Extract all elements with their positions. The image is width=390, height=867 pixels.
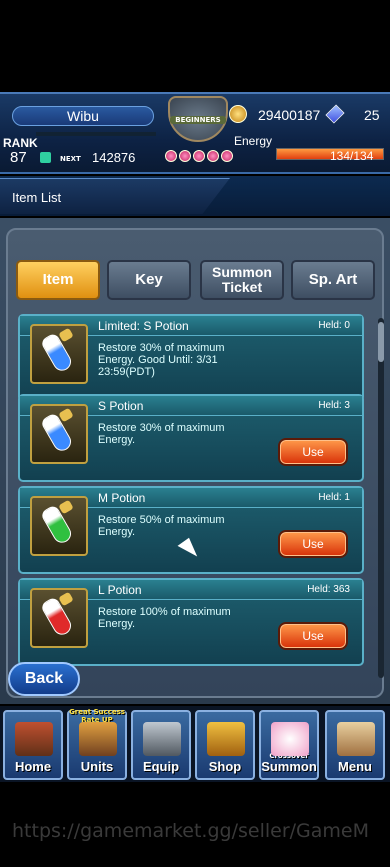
next-exp-value: 142876 — [92, 150, 136, 165]
sword-icon — [143, 722, 181, 756]
item-name: M Potion — [98, 491, 146, 505]
item-description: Restore 50% of maximum Energy. — [98, 514, 278, 538]
energy-value: 134/134 — [330, 149, 374, 163]
desc-line: Restore 100% of maximum — [98, 606, 231, 618]
coin-icon — [229, 105, 247, 123]
cork-shape — [58, 499, 74, 515]
status-area — [0, 0, 390, 92]
potion-icon — [30, 324, 88, 384]
nav-label: Summon — [261, 759, 317, 774]
house-icon — [15, 722, 53, 756]
beginners-emblem[interactable]: BEGINNERS — [160, 94, 236, 174]
item-name: Limited: S Potion — [98, 319, 189, 333]
item-list[interactable]: Limited: S Potion Held: 0 Restore 30% of… — [18, 312, 368, 680]
nav-equip[interactable]: Equip — [131, 710, 191, 780]
gem-icon — [221, 150, 233, 162]
item-description: Restore 30% of maximum Energy. Good Unti… — [98, 342, 278, 378]
tab-item[interactable]: Item — [16, 260, 100, 300]
gem-icon — [193, 150, 205, 162]
treasure-chest-icon — [207, 722, 245, 756]
watermark: https://gamemarket.gg/seller/GameM — [12, 820, 370, 842]
desc-line: Energy. — [98, 526, 136, 538]
scroll-thumb[interactable] — [378, 322, 384, 362]
desc-line: Restore 30% of maximum — [98, 422, 225, 434]
money-value: 29400187 — [258, 107, 321, 123]
desc-line: 23:59(PDT) — [98, 366, 155, 378]
desc-line: Restore 50% of maximum — [98, 514, 225, 526]
gem-icon — [165, 150, 177, 162]
potion-icon — [30, 404, 88, 464]
list-item: L Potion Held: 363 Restore 100% of maxim… — [18, 578, 364, 666]
energy-label: Energy — [234, 134, 273, 148]
list-item: Limited: S Potion Held: 0 Restore 30% of… — [18, 314, 364, 402]
nav-label: Menu — [338, 759, 372, 774]
desc-line: Energy. — [98, 618, 136, 630]
nav-label: Units — [80, 759, 114, 774]
tab-label-line1: Summon — [212, 264, 272, 280]
cork-shape — [58, 591, 74, 607]
book-icon — [337, 722, 375, 756]
desc-line: Energy. — [98, 434, 136, 446]
bottom-nav: Home Great Success Rate UP Units Equip S… — [0, 706, 390, 782]
item-name: S Potion — [98, 399, 144, 413]
tab-label: Sp. Art — [308, 271, 358, 288]
tab-label-line2: Ticket — [221, 279, 263, 295]
nav-shop[interactable]: Shop — [195, 710, 255, 780]
rank-value: 87 — [10, 149, 27, 166]
item-held-count: Held: 3 — [318, 400, 350, 411]
item-held-count: Held: 1 — [318, 492, 350, 503]
tab-key[interactable]: Key — [107, 260, 191, 300]
exp-icon — [40, 152, 51, 163]
use-button[interactable]: Use — [278, 438, 348, 466]
page-title: Item List — [12, 190, 62, 205]
gem-icon — [179, 150, 191, 162]
player-name[interactable]: Wibu — [12, 106, 154, 126]
list-scrollbar[interactable] — [378, 318, 384, 678]
tab-label: Key — [135, 271, 163, 288]
desc-line: Energy. Good Until: 3/31 — [98, 354, 218, 366]
nav-summon[interactable]: Crossover Summon — [259, 710, 319, 780]
cork-shape — [58, 327, 74, 343]
crystal-icon — [325, 104, 345, 124]
back-button[interactable]: Back — [8, 662, 80, 696]
nav-menu[interactable]: Menu — [325, 710, 385, 780]
potion-icon — [30, 496, 88, 556]
nav-home[interactable]: Home — [3, 710, 63, 780]
summon-creature-icon — [271, 722, 309, 756]
item-description: Restore 100% of maximum Energy. — [98, 606, 278, 630]
item-description: Restore 30% of maximum Energy. — [98, 422, 278, 446]
item-category-tabs: Item Key Summon Ticket Sp. Art — [6, 254, 384, 304]
nav-label: Equip — [142, 759, 180, 774]
exp-bar — [36, 132, 156, 136]
gem-icon — [207, 150, 219, 162]
gem-row — [164, 150, 234, 164]
hero-icon — [79, 722, 117, 756]
tab-label: Item — [42, 271, 74, 288]
rank-label: RANK — [3, 136, 38, 150]
crystal-value: 25 — [364, 107, 380, 123]
potion-icon — [30, 588, 88, 648]
tab-summon-ticket[interactable]: Summon Ticket — [200, 260, 284, 300]
nav-label: Shop — [208, 759, 242, 774]
tab-sp-art[interactable]: Sp. Art — [291, 260, 375, 300]
use-button[interactable]: Use — [278, 530, 348, 558]
emblem-label: BEGINNERS — [170, 116, 226, 124]
nav-label: Home — [14, 759, 52, 774]
next-label: NEXT — [60, 155, 81, 163]
item-held-count: Held: 363 — [307, 584, 350, 595]
cork-shape — [58, 407, 74, 423]
player-header: Wibu RANK 87 NEXT 142876 BEGINNERS 29400… — [0, 92, 390, 174]
item-name: L Potion — [98, 583, 142, 597]
use-button[interactable]: Use — [278, 622, 348, 650]
item-held-count: Held: 0 — [318, 320, 350, 331]
nav-units[interactable]: Great Success Rate UP Units — [67, 708, 127, 780]
list-item: S Potion Held: 3 Restore 30% of maximum … — [18, 394, 364, 482]
desc-line: Restore 30% of maximum — [98, 342, 225, 354]
